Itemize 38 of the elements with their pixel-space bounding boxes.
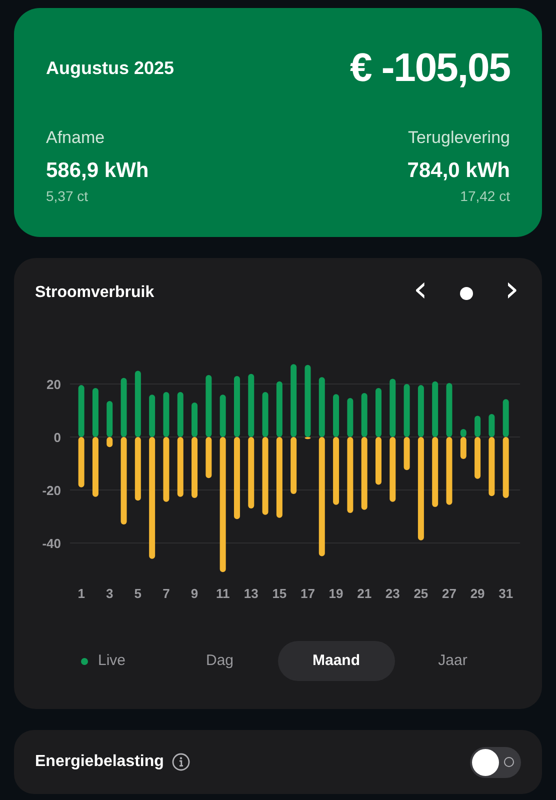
axis-label: 29 (470, 586, 485, 601)
axis-label: 21 (357, 586, 372, 601)
axis-label: -40 (42, 536, 61, 551)
period-title: Augustus 2025 (46, 56, 174, 80)
axis-label: 23 (385, 586, 400, 601)
stat-price: 5,37 ct (46, 187, 88, 206)
period-tab[interactable]: Maand (278, 641, 394, 681)
axis-label: 20 (46, 377, 61, 392)
next-button[interactable]: › (504, 272, 519, 308)
period-tab[interactable]: Jaar (394, 641, 511, 681)
info-icon (172, 753, 190, 771)
axis-label: -20 (42, 483, 61, 498)
toggle-switch[interactable] (470, 746, 521, 778)
axis-label: 0 (54, 430, 61, 445)
stat-value: 784,0 kWh (407, 158, 510, 184)
card-title: Stroomverbruik (35, 283, 154, 303)
setting-label: Energiebelasting (35, 752, 164, 772)
stat-value: 586,9 kWh (46, 158, 149, 184)
axis-label: 31 (498, 586, 514, 601)
axis-label: 19 (328, 586, 344, 601)
stat-price: 17,42 ct (460, 187, 510, 206)
total-amount: € -105,05 (350, 48, 510, 88)
axis-label: 7 (162, 586, 170, 601)
previous-button[interactable]: ‹ (413, 272, 428, 308)
period-tab[interactable]: Dag (162, 641, 278, 681)
axis-label: 13 (244, 586, 258, 601)
axis-label: 25 (414, 586, 428, 601)
period-tab[interactable]: Live (45, 641, 162, 681)
axis-label: 9 (190, 586, 198, 601)
axis-label: 27 (442, 586, 456, 601)
stat-label: Teruglevering (408, 127, 510, 149)
axis-label: 17 (300, 586, 315, 601)
stat-label: Afname (46, 127, 105, 149)
axis-label: 11 (216, 586, 230, 601)
axis-label: 1 (78, 586, 85, 601)
axis-label: 15 (272, 586, 287, 601)
axis-label: 5 (134, 586, 142, 601)
axis-label: 3 (106, 586, 114, 601)
